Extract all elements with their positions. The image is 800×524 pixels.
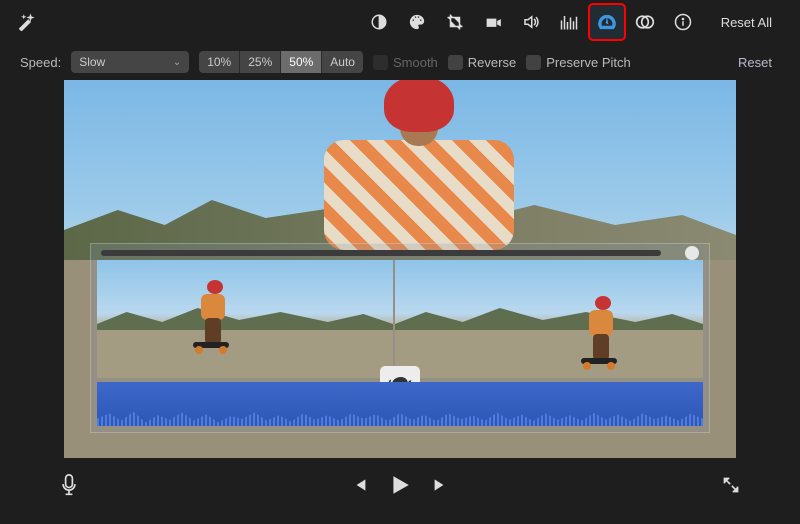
preserve-pitch-label: Preserve Pitch — [546, 55, 631, 70]
reverse-label: Reverse — [468, 55, 516, 70]
speaker-icon[interactable] — [513, 4, 549, 40]
clip-speed-bar[interactable] — [101, 250, 661, 256]
info-icon[interactable] — [665, 4, 701, 40]
magic-wand-icon[interactable] — [8, 4, 44, 40]
equalizer-icon[interactable] — [551, 4, 587, 40]
contrast-icon[interactable] — [361, 4, 397, 40]
reset-button[interactable]: Reset — [730, 52, 780, 73]
clip-thumbnail — [395, 260, 703, 378]
checkbox-icon — [448, 55, 463, 70]
color-palette-icon[interactable] — [399, 4, 435, 40]
crop-icon[interactable] — [437, 4, 473, 40]
clip-audio-waveform[interactable] — [97, 382, 703, 426]
speed-preset-25[interactable]: 25% — [240, 51, 281, 73]
clip-speed-handle[interactable] — [685, 246, 699, 260]
preview-subject — [294, 80, 514, 270]
speed-preset-10[interactable]: 10% — [199, 51, 240, 73]
speed-controls-row: Speed: Slow ⌄ 10% 25% 50% Auto Smooth Re… — [0, 44, 800, 80]
video-preview[interactable] — [64, 80, 736, 458]
next-frame-button[interactable] — [433, 477, 449, 496]
speed-preset-50[interactable]: 50% — [281, 51, 322, 73]
speed-preset-auto[interactable]: Auto — [322, 51, 363, 73]
speed-dropdown[interactable]: Slow ⌄ — [71, 51, 189, 73]
smooth-label: Smooth — [393, 55, 438, 70]
playback-bar — [0, 458, 800, 514]
camera-icon[interactable] — [475, 4, 511, 40]
speedometer-icon[interactable] — [589, 4, 625, 40]
speed-label: Speed: — [20, 55, 61, 70]
previous-frame-button[interactable] — [351, 477, 367, 496]
preserve-pitch-checkbox[interactable]: Preserve Pitch — [526, 55, 631, 70]
fullscreen-icon[interactable] — [722, 476, 740, 497]
checkbox-icon — [526, 55, 541, 70]
clip-overlay[interactable] — [90, 243, 710, 433]
chevron-down-icon: ⌄ — [173, 57, 181, 68]
speed-dropdown-value: Slow — [79, 55, 105, 69]
play-button[interactable] — [389, 474, 411, 499]
speed-presets: 10% 25% 50% Auto — [199, 51, 363, 73]
microphone-icon[interactable] — [60, 474, 78, 499]
reverse-checkbox[interactable]: Reverse — [448, 55, 516, 70]
clip-thumbnail — [97, 260, 393, 378]
inspector-toolbar: Reset All — [0, 0, 800, 44]
smooth-checkbox: Smooth — [373, 55, 438, 70]
checkbox-icon — [373, 55, 388, 70]
overlap-circles-icon[interactable] — [627, 4, 663, 40]
reset-all-button[interactable]: Reset All — [713, 11, 780, 34]
